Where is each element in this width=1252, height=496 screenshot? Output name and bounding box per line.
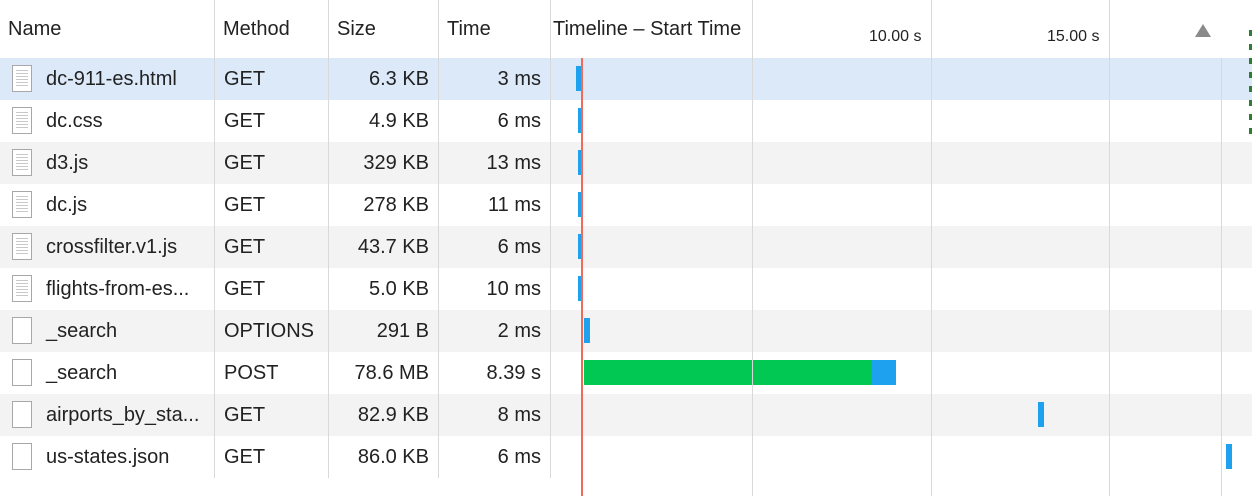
request-name-cell: airports_by_sta... (0, 394, 215, 436)
header-gridline (752, 0, 753, 58)
request-method: OPTIONS (215, 310, 329, 352)
request-size: 6.3 KB (329, 58, 439, 100)
request-name-cell: _search (0, 310, 215, 352)
request-name: crossfilter.v1.js (46, 236, 178, 258)
document-icon (12, 275, 32, 302)
timeline-tick-10s: 10.00 s (869, 28, 922, 45)
timeline-receiving-bar[interactable] (1038, 402, 1044, 427)
request-time: 6 ms (439, 436, 551, 478)
request-row[interactable]: dc.js GET 278 KB 11 ms (0, 184, 1252, 226)
timeline-receiving-bar[interactable] (1226, 444, 1232, 469)
request-method: GET (215, 100, 329, 142)
request-row[interactable]: dc-911-es.html GET 6.3 KB 3 ms (0, 58, 1252, 100)
request-name: dc-911-es.html (46, 68, 177, 90)
sort-ascending-icon[interactable] (1195, 24, 1211, 37)
time-column-header[interactable]: Time (439, 0, 551, 58)
request-size: 5.0 KB (329, 268, 439, 310)
blank-file-icon (12, 443, 32, 470)
timeline-receiving-bar[interactable] (584, 318, 590, 343)
request-name: _search (46, 320, 118, 342)
request-name-cell: _search (0, 352, 215, 394)
request-method: GET (215, 226, 329, 268)
request-method: GET (215, 436, 329, 478)
request-size: 78.6 MB (329, 352, 439, 394)
request-method: GET (215, 184, 329, 226)
blank-file-icon (12, 359, 32, 386)
request-method: POST (215, 352, 329, 394)
request-time: 2 ms (439, 310, 551, 352)
header-gridline (1109, 0, 1110, 58)
blank-file-icon (12, 401, 32, 428)
request-row[interactable]: d3.js GET 329 KB 13 ms (0, 142, 1252, 184)
document-icon (12, 149, 32, 176)
request-time: 11 ms (439, 184, 551, 226)
request-size: 86.0 KB (329, 436, 439, 478)
request-name: d3.js (46, 152, 89, 174)
size-column-header[interactable]: Size (329, 0, 439, 58)
document-icon (12, 191, 32, 218)
request-size: 329 KB (329, 142, 439, 184)
request-name: us-states.json (46, 446, 170, 468)
request-time: 6 ms (439, 100, 551, 142)
timeline-gridline (1221, 58, 1222, 496)
request-name: dc.css (46, 110, 103, 132)
request-size: 278 KB (329, 184, 439, 226)
request-row[interactable]: crossfilter.v1.js GET 43.7 KB 6 ms (0, 226, 1252, 268)
column-header-row: Name Method Size Time Timeline – Start T… (0, 0, 1252, 59)
request-row[interactable]: us-states.json GET 86.0 KB 6 ms (0, 436, 1252, 478)
document-icon (12, 107, 32, 134)
request-row[interactable]: _search OPTIONS 291 B2 ms (0, 310, 1252, 352)
request-method: GET (215, 394, 329, 436)
request-method: GET (215, 58, 329, 100)
request-name: airports_by_sta... (46, 404, 200, 426)
request-name-cell: us-states.json (0, 436, 215, 478)
timeline-tick-15s: 15.00 s (1047, 28, 1100, 45)
request-name: dc.js (46, 194, 88, 216)
request-row[interactable]: airports_by_sta... GET 82.9 KB 8 ms (0, 394, 1252, 436)
request-name-cell: d3.js (0, 142, 215, 184)
request-name: flights-from-es... (46, 278, 190, 300)
timeline-receiving-bar[interactable] (872, 360, 896, 385)
request-name: _search (46, 362, 118, 384)
request-size: 4.9 KB (329, 100, 439, 142)
request-row[interactable]: flights-from-es... GET 5.0 KB 10 ms (0, 268, 1252, 310)
request-name-cell: dc-911-es.html (0, 58, 215, 100)
request-method: GET (215, 142, 329, 184)
header-gridline (931, 0, 932, 58)
timeline-gridline (1109, 58, 1110, 496)
blank-file-icon (12, 317, 32, 344)
request-size: 291 B (329, 310, 439, 352)
name-column-header[interactable]: Name (0, 0, 215, 58)
load-event-marker (581, 58, 583, 496)
request-row[interactable]: _search POST 78.6 MB 8.39 s (0, 352, 1252, 394)
timeline-gridline (752, 58, 753, 496)
request-method: GET (215, 268, 329, 310)
request-name-cell: crossfilter.v1.js (0, 226, 215, 268)
request-name-cell: dc.css (0, 100, 215, 142)
timeline-waiting-bar[interactable] (584, 360, 872, 385)
request-name-cell: dc.js (0, 184, 215, 226)
request-time: 8 ms (439, 394, 551, 436)
timeline-gridline (931, 58, 932, 496)
document-icon (12, 233, 32, 260)
request-time: 10 ms (439, 268, 551, 310)
request-time: 6 ms (439, 226, 551, 268)
request-row[interactable]: dc.css GET 4.9 KB 6 ms (0, 100, 1252, 142)
document-icon (12, 65, 32, 92)
method-column-header[interactable]: Method (215, 0, 329, 58)
request-time: 3 ms (439, 58, 551, 100)
request-size: 43.7 KB (329, 226, 439, 268)
request-size: 82.9 KB (329, 394, 439, 436)
request-name-cell: flights-from-es... (0, 268, 215, 310)
request-time: 13 ms (439, 142, 551, 184)
request-time: 8.39 s (439, 352, 551, 394)
